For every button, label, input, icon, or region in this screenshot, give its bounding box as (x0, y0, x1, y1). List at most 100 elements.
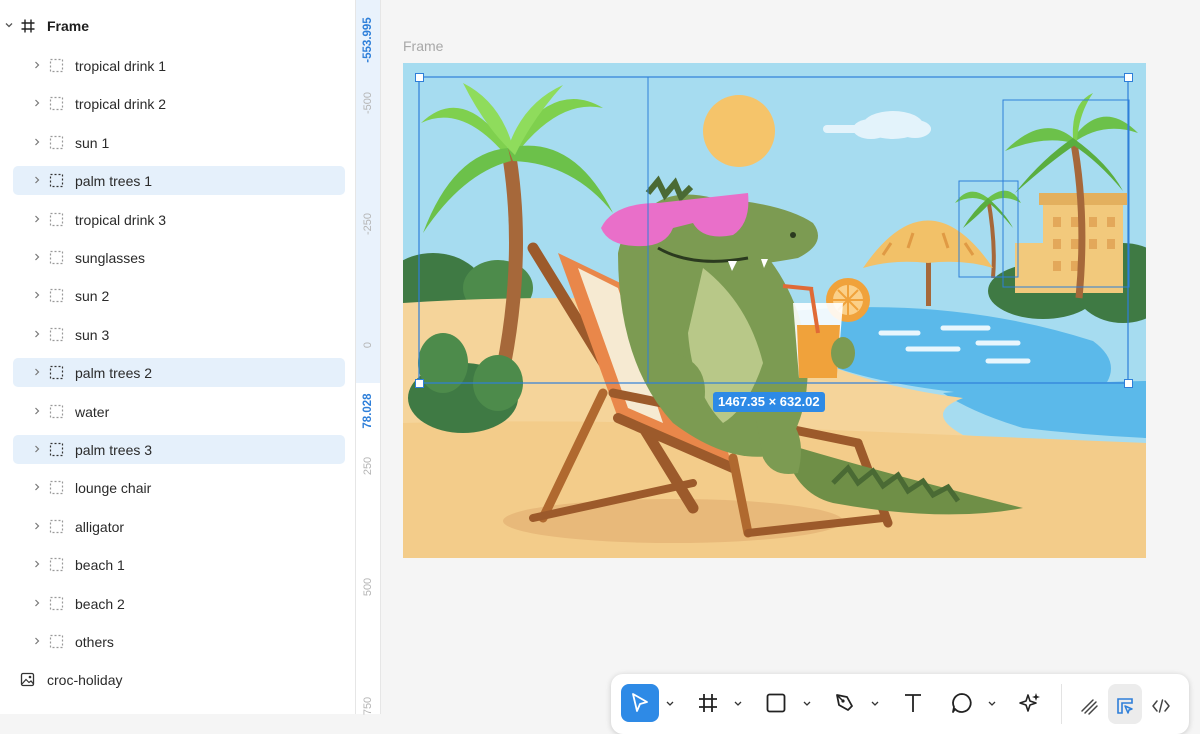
bottom-toolbar (611, 674, 1189, 734)
layer-row-beach-1[interactable]: beach 1 (13, 550, 345, 579)
layer-label: tropical drink 1 (75, 58, 167, 74)
ruler-tick: 500 (362, 577, 374, 597)
layer-row-tropical-drink-3[interactable]: tropical drink 3 (13, 205, 345, 234)
layer-label: palm trees 1 (75, 173, 153, 190)
chevron-right-icon[interactable] (32, 367, 42, 377)
move-tool-button[interactable] (621, 684, 659, 722)
group-icon (49, 519, 64, 533)
layer-row-sun-3[interactable]: sun 3 (13, 320, 345, 349)
layer-label: palm trees 3 (75, 442, 153, 458)
hash-icon (699, 694, 717, 712)
chevron-right-icon[interactable] (32, 636, 42, 646)
resize-handle-top-right[interactable] (1124, 73, 1133, 82)
chevron-right-icon[interactable] (32, 521, 42, 531)
sparkle-icon (1019, 693, 1040, 712)
layer-label: lounge chair (75, 480, 152, 497)
group-icon (49, 212, 64, 226)
group-icon (49, 558, 64, 572)
chevron-down-icon[interactable] (733, 700, 743, 708)
ruler-selection-start: -553.995 (362, 17, 374, 63)
layer-label: palm trees 2 (75, 365, 153, 382)
text-tool-button[interactable] (894, 684, 932, 722)
chevron-right-icon[interactable] (32, 137, 42, 147)
chevron-right-icon[interactable] (32, 406, 42, 416)
layer-row-sun-2[interactable]: sun 2 (13, 281, 345, 310)
rectangle-tool-button[interactable] (757, 684, 795, 722)
layer-row-palm-trees-1[interactable]: palm trees 1 (13, 166, 345, 196)
layer-label: Frame (47, 18, 90, 34)
group-icon (49, 327, 64, 341)
layer-row-lounge-chair[interactable]: lounge chair (13, 473, 345, 502)
sun (703, 95, 775, 167)
resize-handle-top-left[interactable] (415, 73, 424, 82)
layers-panel: Frame tropical drink 1 tropical drink 2 su… (0, 0, 356, 714)
chevron-right-icon[interactable] (32, 175, 42, 185)
layer-row-palm-trees-2[interactable]: palm trees 2 (13, 358, 345, 388)
chevron-right-icon[interactable] (32, 98, 42, 108)
vertical-ruler[interactable]: -553.995 -500 -250 0 78.028 250 500 750 (356, 0, 381, 715)
layer-row-sunglasses[interactable]: sunglasses (13, 243, 345, 272)
comment-tool-button[interactable] (943, 684, 981, 722)
ai-tool-button[interactable] (1011, 684, 1049, 722)
ruler-tick: -500 (362, 91, 374, 115)
chevron-right-icon[interactable] (32, 482, 42, 492)
chevron-right-icon[interactable] (32, 559, 42, 569)
layer-label: sun 3 (75, 326, 110, 343)
chevron-right-icon[interactable] (32, 60, 42, 70)
group-icon (49, 404, 64, 418)
group-icon (49, 58, 64, 73)
layer-row-frame[interactable]: Frame (0, 8, 355, 44)
dev-mode-button[interactable] (1144, 684, 1178, 724)
selection-size-badge: 1467.35 × 632.02 (713, 392, 825, 412)
chevron-right-icon[interactable] (32, 444, 42, 454)
frame-tool-button[interactable] (689, 684, 727, 722)
layer-label: others (75, 634, 114, 650)
resize-handle-bottom-left[interactable] (415, 379, 424, 388)
chevron-right-icon[interactable] (32, 214, 42, 224)
layer-label: sun 2 (75, 288, 110, 305)
chevron-down-icon[interactable] (665, 700, 675, 708)
ruler-tick: 0 (362, 341, 374, 349)
layer-row-tropical-drink-2[interactable]: tropical drink 2 (13, 89, 345, 118)
chevron-right-icon[interactable] (32, 252, 42, 262)
chevron-right-icon[interactable] (32, 329, 42, 339)
text-icon (905, 694, 921, 712)
pen-tool-button[interactable] (826, 684, 864, 722)
image-icon (20, 672, 35, 687)
layer-row-tropical-drink-1[interactable]: tropical drink 1 (13, 51, 345, 80)
layer-label: tropical drink 3 (75, 211, 167, 228)
layer-label: croc-holiday (47, 672, 123, 688)
layer-label: beach 1 (75, 557, 125, 574)
design-icon (1117, 698, 1133, 714)
pen-icon (836, 694, 853, 711)
group-icon (49, 289, 64, 303)
chevron-right-icon[interactable] (32, 290, 42, 300)
resize-handle-bottom-right[interactable] (1124, 379, 1133, 388)
layer-row-water[interactable]: water (13, 397, 345, 426)
beach-illustration (403, 63, 1146, 558)
chevron-down-icon[interactable] (870, 700, 880, 708)
frame-title[interactable]: Frame (403, 38, 443, 54)
layer-row-alligator[interactable]: alligator (13, 512, 345, 541)
layer-row-sun-1[interactable]: sun 1 (13, 128, 345, 157)
chevron-down-icon[interactable] (3, 19, 15, 31)
group-icon (49, 97, 64, 111)
layer-label: water (75, 403, 110, 420)
scribble-icon (1081, 699, 1098, 715)
layer-label: tropical drink 2 (75, 96, 167, 113)
draw-mode-button[interactable] (1072, 684, 1106, 724)
layer-row-palm-trees-3[interactable]: palm trees 3 (13, 435, 345, 464)
chevron-right-icon[interactable] (32, 598, 42, 608)
artboard-croc-holiday[interactable] (403, 63, 1146, 558)
layer-row-croc-holiday[interactable]: croc-holiday (0, 665, 355, 695)
group-icon (49, 135, 64, 149)
chevron-down-icon[interactable] (802, 700, 812, 708)
layer-label: sun 1 (75, 134, 110, 151)
layer-label: sunglasses (75, 250, 146, 266)
group-icon (49, 596, 64, 610)
design-mode-button[interactable] (1108, 684, 1142, 724)
chevron-down-icon[interactable] (987, 700, 997, 708)
layer-row-beach-2[interactable]: beach 2 (13, 589, 345, 618)
layer-label: alligator (75, 518, 125, 535)
layer-row-others[interactable]: others (13, 627, 345, 656)
